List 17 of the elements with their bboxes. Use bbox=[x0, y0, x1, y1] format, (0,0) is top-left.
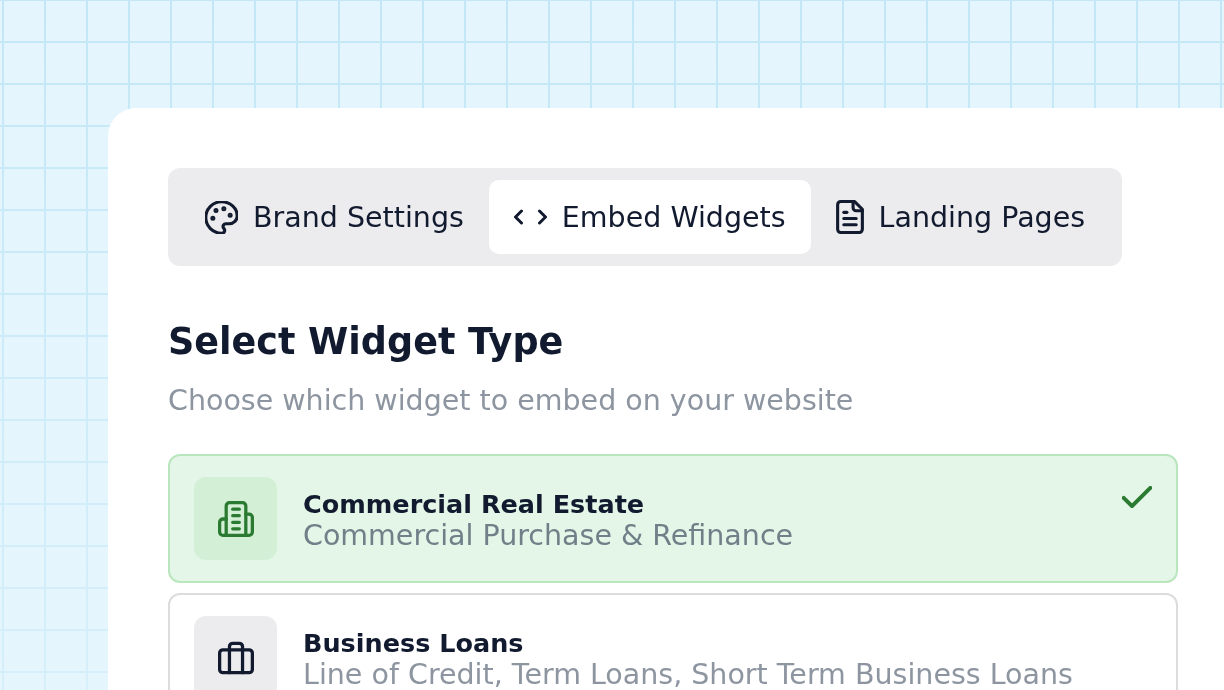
option-title: Business Loans bbox=[303, 626, 524, 660]
checkmark-icon bbox=[1122, 486, 1152, 508]
section-subtitle: Choose which widget to embed on your website bbox=[168, 383, 855, 419]
option-description: Line of Credit, Term Loans, Short Term Business Loans bbox=[303, 659, 1073, 690]
tab[interactable]: Embed Widgets bbox=[488, 180, 811, 254]
option-title: Commercial Real Estate bbox=[303, 487, 645, 521]
widget-option[interactable]: Business Loans Line of Credit, Term Loans, Short Term Business Loans bbox=[168, 593, 1178, 690]
document-icon bbox=[835, 200, 864, 234]
briefcase-icon bbox=[194, 616, 277, 690]
tab[interactable]: Brand Settings bbox=[180, 180, 489, 254]
palette-icon bbox=[205, 200, 238, 234]
code-icon bbox=[513, 209, 547, 225]
tab[interactable]: Landing Pages bbox=[810, 180, 1111, 254]
widget-option[interactable]: Commercial Real Estate Commercial Purchase & Refinance bbox=[168, 454, 1178, 583]
section-title: Select Widget Type bbox=[168, 319, 565, 365]
building-icon bbox=[194, 477, 277, 560]
option-description: Commercial Purchase & Refinance bbox=[303, 520, 794, 551]
